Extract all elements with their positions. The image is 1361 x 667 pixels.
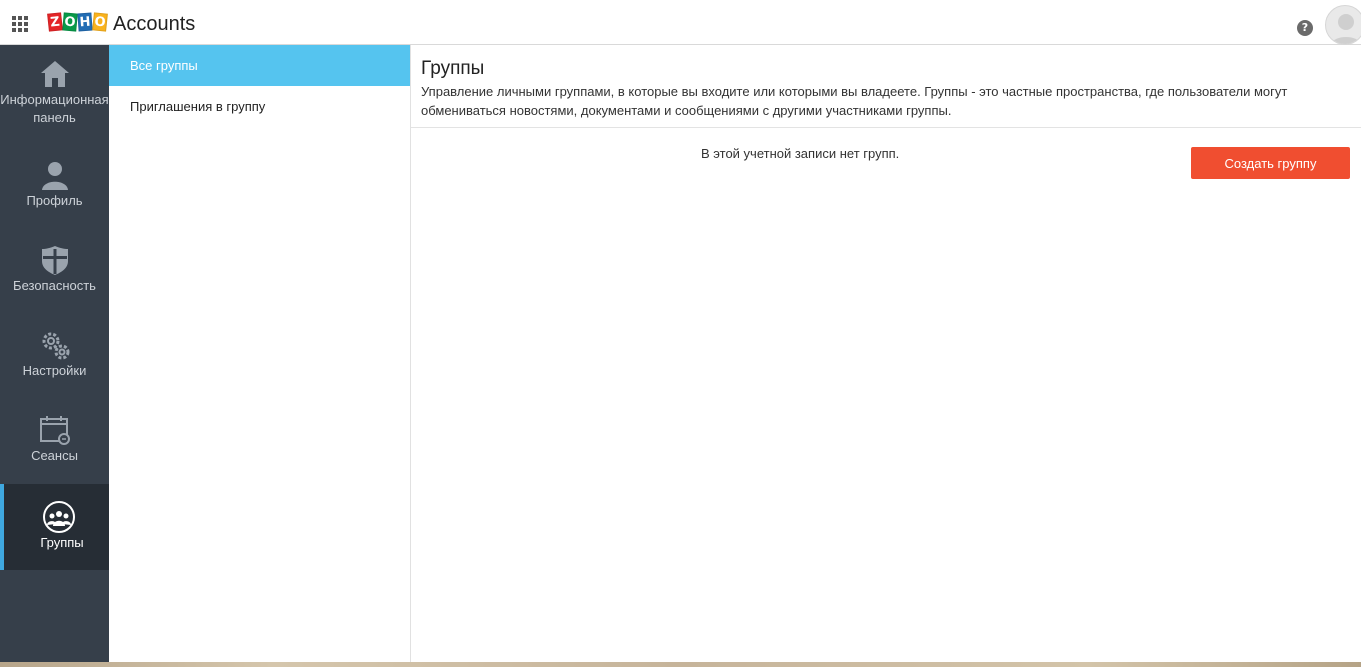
gear-icon <box>42 332 69 360</box>
sidebar-item-label: Безопасность <box>13 278 96 293</box>
help-icon[interactable]: ? <box>1297 20 1313 36</box>
logo-letter-o2: O <box>92 12 108 32</box>
main-content: Группы Управление личными группами, в ко… <box>411 45 1361 662</box>
page-description: Управление личными группами, в которые в… <box>421 84 1288 118</box>
app-launcher-icon[interactable] <box>12 16 28 32</box>
logo-letter-z: Z <box>47 12 63 32</box>
top-header: Z O H O Accounts ? <box>0 4 1361 45</box>
sidebar-item-settings[interactable]: Настройки <box>0 328 109 412</box>
subnav-item-all-groups[interactable]: Все группы <box>109 45 410 86</box>
empty-state-message: В этой учетной записи нет групп. <box>701 146 900 161</box>
app-title: Accounts <box>113 13 196 35</box>
shield-icon <box>41 246 68 275</box>
sidebar-item-profile[interactable]: Профиль <box>0 158 109 242</box>
sidebar-item-label: Профиль <box>26 193 83 208</box>
logo-letter-o: O <box>62 12 78 32</box>
sidebar-item-groups[interactable]: Группы <box>0 484 120 570</box>
home-icon <box>40 61 69 87</box>
create-group-button[interactable]: Создать группу <box>1191 147 1350 179</box>
user-avatar-icon <box>1330 14 1361 44</box>
user-icon <box>41 162 68 190</box>
sidebar-item-dashboard[interactable]: Информационная панель <box>0 57 109 141</box>
subnav-item-group-invitations[interactable]: Приглашения в группу <box>109 86 410 127</box>
main-sidebar: Информационная панель Профиль Безопаснос… <box>0 45 120 662</box>
logo-letter-h: H <box>77 12 93 32</box>
sidebar-item-label: Настройки <box>22 363 87 378</box>
sidebar-item-label: Группы <box>40 535 84 550</box>
sidebar-item-label: Сеансы <box>31 448 78 463</box>
calendar-icon <box>39 416 70 445</box>
os-taskbar-strip <box>0 662 1361 667</box>
groups-icon <box>43 501 75 533</box>
sidebar-item-label: Информационная панель <box>0 92 109 125</box>
divider <box>411 127 1361 128</box>
sidebar-item-security[interactable]: Безопасность <box>0 243 109 327</box>
avatar[interactable] <box>1325 5 1361 45</box>
page-title: Группы <box>421 58 485 79</box>
zoho-logo[interactable]: Z O H O <box>47 12 108 35</box>
groups-subnav: Все группы Приглашения в группу <box>109 45 411 662</box>
